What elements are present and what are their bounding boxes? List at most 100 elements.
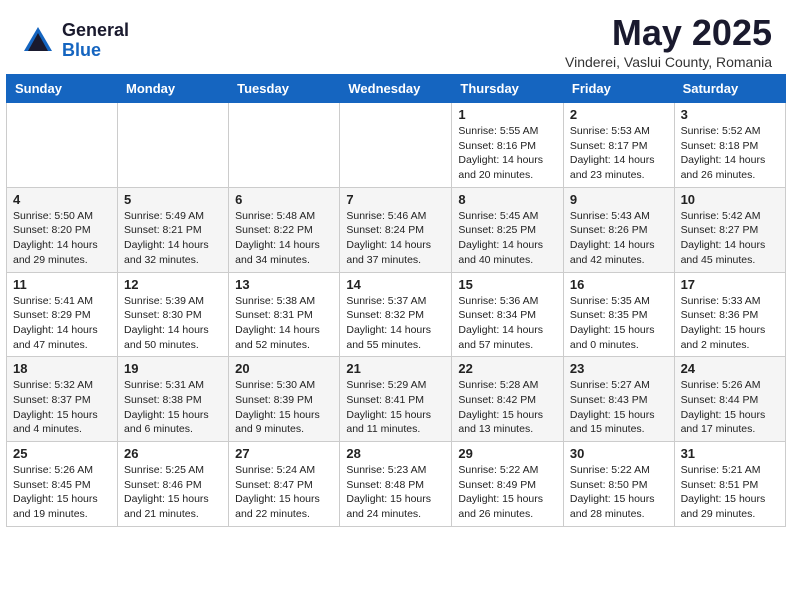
calendar-cell: 30 Sunrise: 5:22 AM Sunset: 8:50 PM Dayli…: [563, 442, 674, 527]
day-number: 27: [235, 446, 333, 461]
calendar-cell: 23 Sunrise: 5:27 AM Sunset: 8:43 PM Dayli…: [563, 357, 674, 442]
day-info: Sunrise: 5:22 AM Sunset: 8:50 PM Dayligh…: [570, 463, 668, 522]
calendar-cell: 5Sunrise: 5:49 AM Sunset: 8:21 PM Daylig…: [118, 187, 229, 272]
calendar-cell: 6 Sunrise: 5:48 AM Sunset: 8:22 PM Daylig…: [229, 187, 340, 272]
day-number: 13: [235, 277, 333, 292]
day-header-monday: Monday: [118, 75, 229, 103]
day-number: 1: [458, 107, 556, 122]
day-number: 28: [346, 446, 445, 461]
day-number: 23: [570, 361, 668, 376]
title-section: May 2025 Vinderei, Vaslui County, Romani…: [565, 12, 772, 70]
day-info: Sunrise: 5:55 AM Sunset: 8:16 PM Dayligh…: [458, 124, 556, 183]
logo-blue-text: Blue: [62, 41, 129, 61]
calendar-cell: 22 Sunrise: 5:28 AM Sunset: 8:42 PM Dayli…: [452, 357, 563, 442]
day-number: 3: [681, 107, 779, 122]
day-info: Sunrise: 5:33 AM Sunset: 8:36 PM Dayligh…: [681, 294, 779, 353]
day-number: 12: [124, 277, 222, 292]
calendar-cell: 11Sunrise: 5:41 AM Sunset: 8:29 PM Dayli…: [7, 272, 118, 357]
day-info: Sunrise: 5:26 AM Sunset: 8:44 PM Dayligh…: [681, 378, 779, 437]
day-number: 18: [13, 361, 111, 376]
day-number: 24: [681, 361, 779, 376]
calendar-cell: [7, 103, 118, 188]
calendar-cell: [118, 103, 229, 188]
day-number: 4: [13, 192, 111, 207]
day-info: Sunrise: 5:48 AM Sunset: 8:22 PM Dayligh…: [235, 209, 333, 268]
day-number: 10: [681, 192, 779, 207]
calendar-cell: 25Sunrise: 5:26 AM Sunset: 8:45 PM Dayli…: [7, 442, 118, 527]
day-header-friday: Friday: [563, 75, 674, 103]
day-number: 30: [570, 446, 668, 461]
day-info: Sunrise: 5:46 AM Sunset: 8:24 PM Dayligh…: [346, 209, 445, 268]
day-info: Sunrise: 5:38 AM Sunset: 8:31 PM Dayligh…: [235, 294, 333, 353]
calendar-cell: 26Sunrise: 5:25 AM Sunset: 8:46 PM Dayli…: [118, 442, 229, 527]
day-number: 9: [570, 192, 668, 207]
calendar-body: 1 Sunrise: 5:55 AM Sunset: 8:16 PM Daylig…: [7, 103, 786, 527]
logo: General Blue: [20, 21, 129, 61]
month-title: May 2025: [565, 12, 772, 54]
logo-text: General Blue: [62, 21, 129, 61]
calendar-cell: 12 Sunrise: 5:39 AM Sunset: 8:30 PM Dayli…: [118, 272, 229, 357]
page-container: General Blue May 2025 Vinderei, Vaslui C…: [0, 0, 792, 533]
day-info: Sunrise: 5:37 AM Sunset: 8:32 PM Dayligh…: [346, 294, 445, 353]
day-info: Sunrise: 5:31 AM Sunset: 8:38 PM Dayligh…: [124, 378, 222, 437]
calendar-cell: 2 Sunrise: 5:53 AM Sunset: 8:17 PM Daylig…: [563, 103, 674, 188]
logo-icon: [20, 23, 56, 59]
calendar-cell: 10Sunrise: 5:42 AM Sunset: 8:27 PM Dayli…: [674, 187, 785, 272]
day-info: Sunrise: 5:30 AM Sunset: 8:39 PM Dayligh…: [235, 378, 333, 437]
calendar-table: SundayMondayTuesdayWednesdayThursdayFrid…: [6, 74, 786, 527]
calendar-cell: 16Sunrise: 5:35 AM Sunset: 8:35 PM Dayli…: [563, 272, 674, 357]
calendar-cell: 3 Sunrise: 5:52 AM Sunset: 8:18 PM Daylig…: [674, 103, 785, 188]
calendar-cell: 20 Sunrise: 5:30 AM Sunset: 8:39 PM Dayli…: [229, 357, 340, 442]
calendar-week-5: 25Sunrise: 5:26 AM Sunset: 8:45 PM Dayli…: [7, 442, 786, 527]
calendar-cell: 27 Sunrise: 5:24 AM Sunset: 8:47 PM Dayli…: [229, 442, 340, 527]
day-header-sunday: Sunday: [7, 75, 118, 103]
calendar-cell: 28 Sunrise: 5:23 AM Sunset: 8:48 PM Dayli…: [340, 442, 452, 527]
day-number: 29: [458, 446, 556, 461]
day-number: 2: [570, 107, 668, 122]
day-header-wednesday: Wednesday: [340, 75, 452, 103]
calendar-cell: 29 Sunrise: 5:22 AM Sunset: 8:49 PM Dayli…: [452, 442, 563, 527]
calendar-cell: 7 Sunrise: 5:46 AM Sunset: 8:24 PM Daylig…: [340, 187, 452, 272]
day-number: 25: [13, 446, 111, 461]
day-info: Sunrise: 5:45 AM Sunset: 8:25 PM Dayligh…: [458, 209, 556, 268]
day-info: Sunrise: 5:22 AM Sunset: 8:49 PM Dayligh…: [458, 463, 556, 522]
day-number: 21: [346, 361, 445, 376]
calendar-cell: 15 Sunrise: 5:36 AM Sunset: 8:34 PM Dayli…: [452, 272, 563, 357]
day-info: Sunrise: 5:23 AM Sunset: 8:48 PM Dayligh…: [346, 463, 445, 522]
calendar-cell: 18Sunrise: 5:32 AM Sunset: 8:37 PM Dayli…: [7, 357, 118, 442]
day-number: 20: [235, 361, 333, 376]
day-info: Sunrise: 5:27 AM Sunset: 8:43 PM Dayligh…: [570, 378, 668, 437]
day-number: 5: [124, 192, 222, 207]
calendar-cell: 8 Sunrise: 5:45 AM Sunset: 8:25 PM Daylig…: [452, 187, 563, 272]
calendar-cell: 9Sunrise: 5:43 AM Sunset: 8:26 PM Daylig…: [563, 187, 674, 272]
day-header-saturday: Saturday: [674, 75, 785, 103]
day-number: 15: [458, 277, 556, 292]
calendar-cell: 4 Sunrise: 5:50 AM Sunset: 8:20 PM Daylig…: [7, 187, 118, 272]
calendar-cell: [229, 103, 340, 188]
day-number: 22: [458, 361, 556, 376]
calendar-cell: 17 Sunrise: 5:33 AM Sunset: 8:36 PM Dayli…: [674, 272, 785, 357]
day-number: 17: [681, 277, 779, 292]
day-number: 7: [346, 192, 445, 207]
calendar-week-4: 18Sunrise: 5:32 AM Sunset: 8:37 PM Dayli…: [7, 357, 786, 442]
day-number: 8: [458, 192, 556, 207]
day-number: 6: [235, 192, 333, 207]
header: General Blue May 2025 Vinderei, Vaslui C…: [0, 0, 792, 74]
day-info: Sunrise: 5:52 AM Sunset: 8:18 PM Dayligh…: [681, 124, 779, 183]
day-info: Sunrise: 5:53 AM Sunset: 8:17 PM Dayligh…: [570, 124, 668, 183]
day-info: Sunrise: 5:35 AM Sunset: 8:35 PM Dayligh…: [570, 294, 668, 353]
logo-general-text: General: [62, 21, 129, 41]
day-info: Sunrise: 5:21 AM Sunset: 8:51 PM Dayligh…: [681, 463, 779, 522]
day-number: 31: [681, 446, 779, 461]
day-info: Sunrise: 5:50 AM Sunset: 8:20 PM Dayligh…: [13, 209, 111, 268]
calendar-cell: 13 Sunrise: 5:38 AM Sunset: 8:31 PM Dayli…: [229, 272, 340, 357]
day-info: Sunrise: 5:24 AM Sunset: 8:47 PM Dayligh…: [235, 463, 333, 522]
day-header-tuesday: Tuesday: [229, 75, 340, 103]
day-number: 26: [124, 446, 222, 461]
day-info: Sunrise: 5:39 AM Sunset: 8:30 PM Dayligh…: [124, 294, 222, 353]
calendar-cell: 24 Sunrise: 5:26 AM Sunset: 8:44 PM Dayli…: [674, 357, 785, 442]
calendar-cell: 19Sunrise: 5:31 AM Sunset: 8:38 PM Dayli…: [118, 357, 229, 442]
day-info: Sunrise: 5:28 AM Sunset: 8:42 PM Dayligh…: [458, 378, 556, 437]
day-info: Sunrise: 5:36 AM Sunset: 8:34 PM Dayligh…: [458, 294, 556, 353]
calendar-cell: [340, 103, 452, 188]
